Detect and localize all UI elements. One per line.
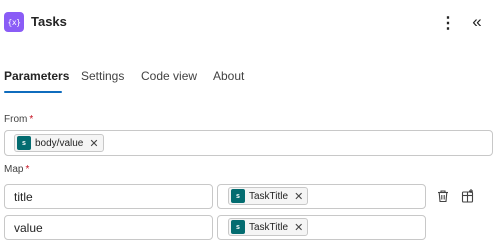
token-label: TaskTitle: [249, 190, 289, 202]
map-value-token: s TaskTitle ✕: [228, 187, 309, 205]
variable-icon: {x}: [4, 12, 24, 32]
token-label: body/value: [35, 137, 84, 149]
sharepoint-icon: s: [231, 220, 245, 234]
from-token: s body/value ✕: [14, 134, 104, 152]
map-value-field[interactable]: s TaskTitle ✕: [217, 215, 426, 240]
map-value-token: s TaskTitle ✕: [228, 218, 309, 236]
token-label: TaskTitle: [249, 221, 289, 233]
tab-settings[interactable]: Settings: [81, 69, 124, 83]
collapse-panel-button[interactable]: «: [466, 11, 488, 33]
from-field[interactable]: s body/value ✕: [4, 130, 493, 156]
sharepoint-icon: s: [17, 136, 31, 150]
remove-token-button[interactable]: ✕: [89, 137, 98, 150]
insert-row-icon[interactable]: [459, 187, 477, 205]
panel-title: Tasks: [31, 14, 67, 29]
remove-token-button[interactable]: ✕: [294, 190, 303, 203]
more-options-button[interactable]: ⋮: [440, 12, 456, 34]
from-label: From *: [4, 114, 34, 125]
delete-icon[interactable]: [434, 187, 452, 205]
remove-token-button[interactable]: ✕: [294, 221, 303, 234]
sharepoint-icon: s: [231, 189, 245, 203]
tab-bar: Parameters Settings Code view About: [0, 62, 496, 96]
map-key-input[interactable]: value: [4, 215, 213, 240]
tab-parameters[interactable]: Parameters: [4, 69, 69, 83]
map-value-field[interactable]: s TaskTitle ✕: [217, 184, 426, 209]
active-tab-indicator: [4, 91, 62, 93]
map-key-input[interactable]: title: [4, 184, 213, 209]
tab-code-view[interactable]: Code view: [141, 69, 197, 83]
map-label: Map *: [4, 164, 30, 175]
tab-about[interactable]: About: [213, 69, 244, 83]
panel-header: {x} Tasks ⋮ «: [0, 0, 496, 46]
